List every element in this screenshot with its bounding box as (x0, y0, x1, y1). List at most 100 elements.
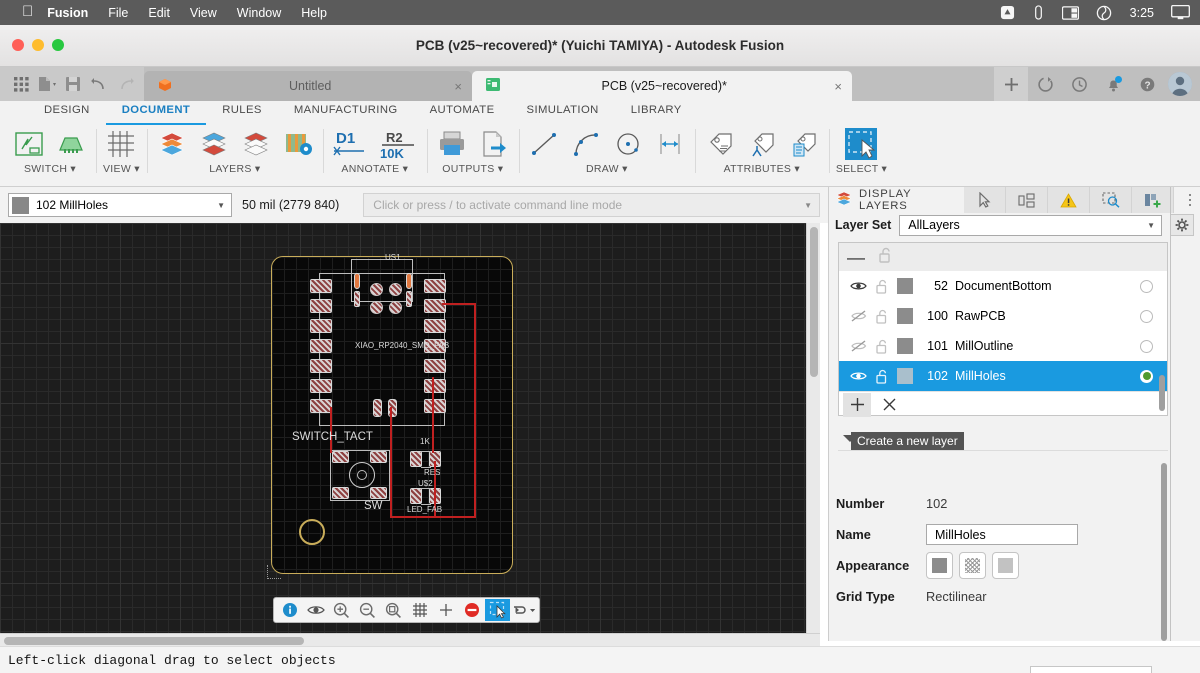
dimension-d1-icon[interactable]: D1 (330, 127, 370, 161)
layers-blue-icon[interactable] (196, 127, 232, 161)
ribbon-tab-manufacturing[interactable]: MANUFACTURING (278, 101, 414, 125)
eye-hidden-icon[interactable] (847, 310, 869, 322)
unlock-icon[interactable] (869, 369, 895, 384)
ribbon-tab-rules[interactable]: RULES (206, 101, 278, 125)
ribbon-tab-design[interactable]: DESIGN (28, 101, 106, 125)
ribbon-group-label[interactable]: DRAW ▾ (586, 163, 628, 175)
pad-switch[interactable] (332, 451, 349, 463)
ribbon-group-label[interactable]: SWITCH ▾ (24, 163, 76, 175)
pad[interactable] (310, 399, 332, 413)
save-icon[interactable] (60, 71, 86, 97)
menu-edit[interactable]: Edit (148, 6, 170, 20)
menu-help[interactable]: Help (301, 6, 327, 20)
trace[interactable] (390, 516, 476, 518)
eye-hidden-icon[interactable] (847, 340, 869, 352)
info-icon[interactable] (277, 599, 302, 621)
stop-icon[interactable] (459, 599, 484, 621)
grid-view-icon[interactable] (103, 127, 139, 161)
layerset-dropdown[interactable]: AllLayers ▼ (899, 214, 1162, 236)
pad-usb[interactable] (354, 291, 360, 307)
kebab-menu-icon[interactable] (1180, 193, 1200, 207)
openai-icon[interactable] (1096, 5, 1112, 21)
select-marquee-icon[interactable] (842, 127, 880, 161)
plus-icon[interactable] (994, 67, 1028, 101)
arc-icon[interactable] (568, 127, 604, 161)
pad-led[interactable] (410, 488, 422, 504)
pcb-canvas[interactable]: US1 XIAO_RP2040_SMD_FAB SWITCH_TACT 1K R… (0, 223, 820, 633)
apple-logo-icon[interactable]:  (22, 4, 33, 19)
eye-icon[interactable] (847, 280, 869, 292)
add-layer-icon[interactable] (1132, 187, 1174, 213)
trace[interactable] (432, 377, 434, 453)
layer-color-swatch[interactable] (897, 368, 913, 384)
tab-untitled[interactable]: Untitled × (144, 71, 472, 101)
history-clock-icon[interactable] (1062, 67, 1096, 101)
status-input-box[interactable] (1030, 666, 1152, 673)
properties-scrollbar-thumb[interactable] (1161, 463, 1167, 641)
pcb-board[interactable]: US1 XIAO_RP2040_SMD_FAB SWITCH_TACT 1K R… (271, 253, 513, 574)
unlock-icon[interactable] (869, 279, 895, 294)
pad[interactable] (310, 339, 332, 353)
layer-row-millholes[interactable]: 102 MillHoles (839, 361, 1167, 391)
eye-icon[interactable] (847, 370, 869, 382)
display-icon[interactable] (1171, 5, 1190, 20)
menu-window[interactable]: Window (237, 6, 281, 20)
trace[interactable] (330, 407, 332, 453)
resistor-r2-10k-icon[interactable]: R2 10K (376, 127, 420, 161)
select-icon[interactable] (485, 599, 510, 621)
ribbon-group-label[interactable]: SELECT ▾ (836, 163, 887, 175)
pad-switch[interactable] (370, 487, 387, 499)
close-icon[interactable]: × (448, 79, 462, 94)
layer-active-radio[interactable] (1140, 309, 1153, 323)
pad[interactable] (424, 359, 446, 373)
mill-hole[interactable] (299, 519, 325, 545)
zoom-fit-icon[interactable] (381, 599, 406, 621)
pad-usb[interactable] (354, 273, 360, 289)
trace[interactable] (390, 407, 392, 518)
canvas-vertical-scrollbar[interactable] (806, 223, 820, 633)
pad-switch[interactable] (370, 451, 387, 463)
pad-round[interactable] (389, 301, 402, 314)
refresh-icon[interactable] (1028, 67, 1062, 101)
add-layer-plus-icon[interactable] (843, 392, 871, 417)
pad-usb[interactable] (406, 291, 412, 307)
pad-round[interactable] (389, 283, 402, 296)
tag-icon[interactable] (702, 127, 738, 161)
maximize-window-button[interactable] (52, 39, 64, 51)
scrollbar-thumb[interactable] (810, 227, 818, 377)
pad[interactable] (424, 399, 446, 413)
appearance-pattern-button[interactable] (959, 552, 986, 579)
active-layer-dropdown[interactable]: 102 MillHoles ▼ (8, 193, 232, 217)
dimension-icon[interactable] (652, 127, 688, 161)
pad[interactable] (424, 299, 446, 313)
ribbon-group-label[interactable]: ANNOTATE ▾ (341, 163, 408, 175)
undo-icon[interactable] (86, 71, 112, 97)
ribbon-group-label[interactable]: VIEW ▾ (103, 163, 140, 175)
print-icon[interactable] (434, 127, 470, 161)
cursor-icon[interactable] (964, 187, 1006, 213)
layer-row-rawpcb[interactable]: 100 RawPCB (839, 301, 1167, 331)
command-line-input[interactable]: Click or press / to activate command lin… (363, 193, 820, 217)
menu-fusion[interactable]: Fusion (47, 6, 88, 20)
pad-resistor[interactable] (410, 451, 422, 467)
layer-active-radio[interactable] (1140, 369, 1153, 383)
pad-round[interactable] (370, 301, 383, 314)
ribbon-group-label[interactable]: OUTPUTS ▾ (442, 163, 503, 175)
layers-red-icon[interactable] (154, 127, 190, 161)
pad[interactable] (310, 379, 332, 393)
split-view-icon[interactable] (1061, 5, 1079, 20)
circle-icon[interactable] (610, 127, 646, 161)
crosshair-icon[interactable] (433, 599, 458, 621)
pad-usb[interactable] (406, 273, 412, 289)
close-window-button[interactable] (12, 39, 24, 51)
unlock-icon[interactable] (869, 339, 895, 354)
tab-pcb[interactable]: PCB (v25~recovered)* × (472, 71, 852, 101)
help-icon[interactable]: ? (1130, 67, 1164, 101)
export-icon[interactable] (476, 127, 512, 161)
menu-view[interactable]: View (190, 6, 217, 20)
appearance-solid-button[interactable] (926, 552, 953, 579)
switch-board-icon[interactable] (53, 127, 89, 161)
notification-bell-icon[interactable] (1096, 67, 1130, 101)
avatar[interactable] (1168, 72, 1192, 96)
zoom-in-icon[interactable] (329, 599, 354, 621)
